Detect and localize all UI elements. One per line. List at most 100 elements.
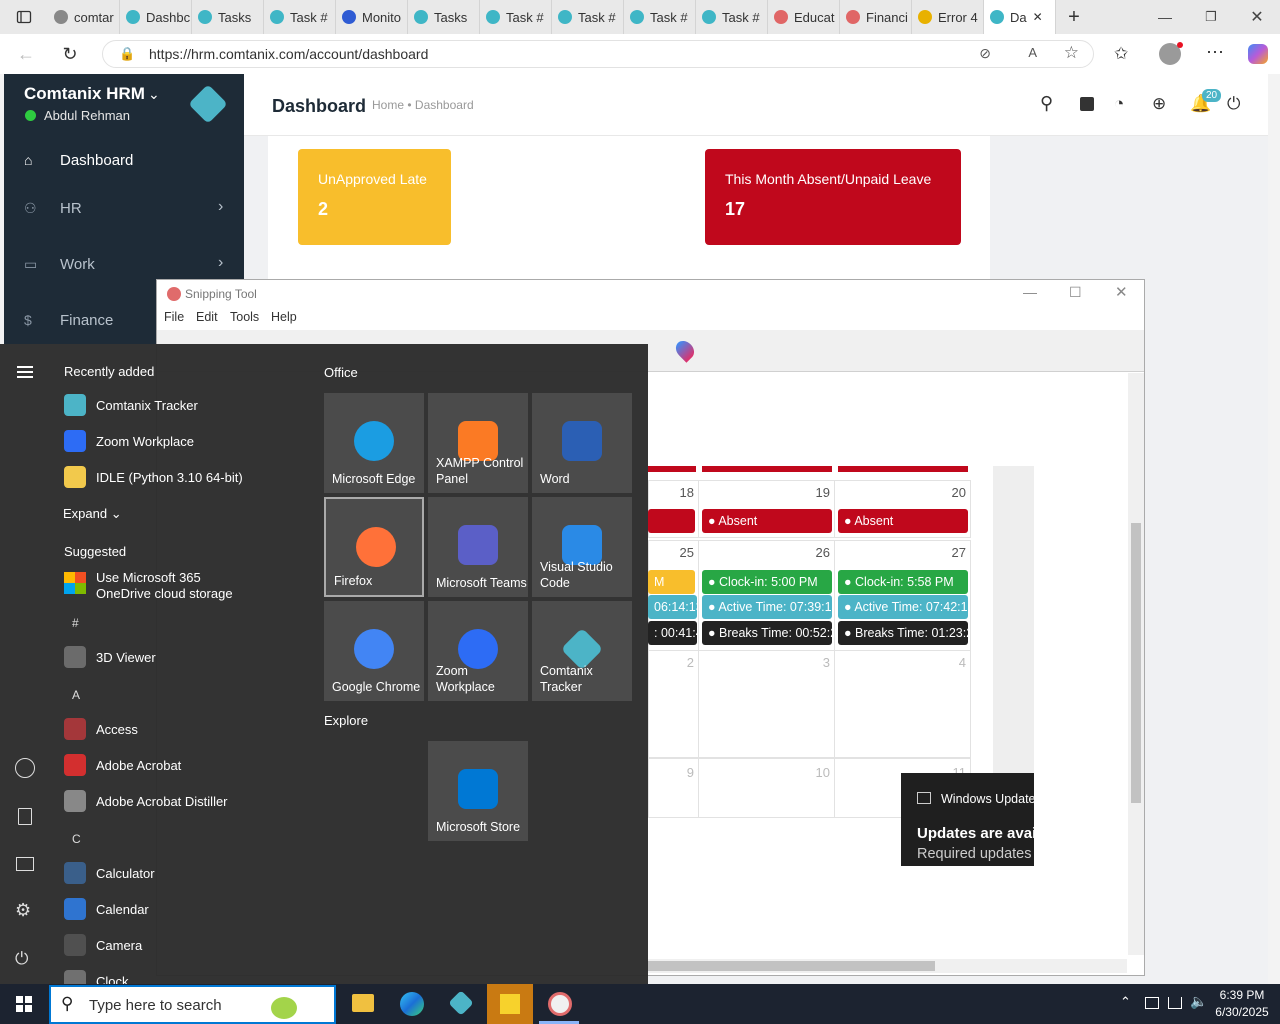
letter-header-c[interactable]: C (72, 832, 81, 846)
browser-tab[interactable]: Task # (552, 0, 624, 34)
clock-in-event[interactable]: ● Clock-in: 5:00 PM (702, 570, 832, 594)
menu-file[interactable]: File (164, 310, 184, 324)
sticky-notes-taskbar-button[interactable] (487, 984, 533, 1024)
browser-tab[interactable]: Tasks (408, 0, 480, 34)
notes-icon[interactable] (1080, 97, 1094, 111)
scrollbar-thumb[interactable] (1131, 523, 1141, 803)
start-tile[interactable]: Comtanix Tracker (532, 601, 632, 701)
new-tab-button[interactable]: + (1056, 0, 1092, 34)
browser-tab[interactable]: Dashbc (120, 0, 192, 34)
start-app-item[interactable]: Comtanix Tracker (64, 391, 198, 419)
settings-icon[interactable]: ⚙ (15, 900, 31, 921)
start-app-item[interactable]: IDLE (Python 3.10 64-bit) (64, 463, 243, 491)
browser-tab[interactable]: Educat (768, 0, 840, 34)
browser-tab[interactable]: Tasks (192, 0, 264, 34)
unapproved-late-card[interactable]: UnApproved Late 2 (298, 149, 451, 245)
active-time-event[interactable]: 06:14:13 (648, 595, 697, 619)
tile-microsoft-store[interactable]: Microsoft Store (428, 741, 528, 841)
network-icon[interactable] (1168, 997, 1182, 1009)
breadcrumb-home[interactable]: Home (372, 98, 404, 112)
sidebar-item[interactable]: ▭ Work › (4, 248, 244, 282)
calendar-cell[interactable]: 2 (648, 650, 699, 758)
add-icon[interactable]: ⊕ (1152, 94, 1166, 114)
breaks-time-event[interactable]: ● Breaks Time: 00:52:2 (702, 621, 832, 645)
brand-dropdown-icon[interactable]: ⌄ (148, 86, 160, 103)
menu-help[interactable]: Help (271, 310, 297, 324)
documents-icon[interactable] (18, 808, 32, 825)
minimize-button[interactable]: — (1142, 9, 1188, 25)
taskbar-clock[interactable]: 6:39 PM 6/30/2025 (1214, 987, 1270, 1021)
start-tile[interactable]: Zoom Workplace (428, 601, 528, 701)
brand-name[interactable]: Comtanix HRM (24, 84, 145, 104)
comtanix-taskbar-icon[interactable] (448, 990, 474, 1016)
expand-button[interactable]: Expand ⌄ (63, 506, 122, 522)
start-app-item[interactable]: Adobe Acrobat (64, 751, 181, 779)
browser-tab[interactable]: Task # (624, 0, 696, 34)
letter-header-a[interactable]: A (72, 688, 80, 702)
read-aloud-icon[interactable]: A (1028, 45, 1037, 60)
copilot-icon[interactable] (1248, 44, 1268, 64)
calendar-cell[interactable]: 10 (698, 758, 835, 818)
refresh-icon[interactable]: ↻ (58, 42, 82, 66)
hscrollbar-thumb[interactable] (647, 961, 935, 971)
menu-edit[interactable]: Edit (196, 310, 218, 324)
more-menu-icon[interactable]: ⋯ (1206, 42, 1224, 63)
browser-tab[interactable]: Task # (264, 0, 336, 34)
back-icon[interactable]: ← (14, 42, 38, 66)
start-app-item[interactable]: Calendar (64, 895, 149, 923)
start-tile[interactable]: Microsoft Teams (428, 497, 528, 597)
clock-in-event[interactable]: M (648, 570, 695, 594)
calendar-cell[interactable]: 9 (648, 758, 699, 818)
windows-start-icon[interactable] (16, 996, 32, 1012)
taskbar-search-box[interactable]: ⚲ Type here to search (49, 985, 336, 1024)
browser-tab[interactable]: Monito (336, 0, 408, 34)
volume-icon[interactable]: 🔈 (1190, 993, 1207, 1010)
sidebar-item[interactable]: ⚇ HR › (4, 192, 244, 226)
browser-tab[interactable]: Error 4 (912, 0, 984, 34)
letter-header-hash[interactable]: # (72, 616, 79, 630)
browser-tab[interactable]: Task # (696, 0, 768, 34)
favorites-icon[interactable]: ✩ (1114, 44, 1128, 64)
start-tile[interactable]: Google Chrome (324, 601, 424, 701)
tracking-icon[interactable]: ⊘ (979, 45, 991, 62)
snip-close-button[interactable]: ✕ (1115, 283, 1128, 301)
snipping-tool-taskbar-icon[interactable] (548, 992, 572, 1016)
power-icon[interactable]: ⏻ (1227, 94, 1240, 114)
restore-button[interactable]: ❐ (1188, 9, 1234, 25)
tray-chevron-icon[interactable]: ⌃ (1120, 994, 1131, 1010)
start-app-item[interactable]: 3D Viewer (64, 643, 156, 671)
search-icon[interactable]: ⚲ (1040, 93, 1053, 114)
start-app-item[interactable]: Zoom Workplace (64, 427, 194, 455)
account-icon[interactable] (15, 758, 35, 778)
start-tile[interactable]: Microsoft Edge (324, 393, 424, 493)
absent-leave-card[interactable]: This Month Absent/Unpaid Leave 17 (705, 149, 961, 245)
browser-tab[interactable]: Financi (840, 0, 912, 34)
update-toast[interactable]: Windows Update Updates are avail Require… (901, 773, 1034, 866)
suggested-item[interactable]: Use Microsoft 365 OneDrive cloud storage (96, 570, 233, 602)
power-icon[interactable]: ⏻ (15, 949, 28, 969)
sidebar-item[interactable]: ⌂ Dashboard (4, 144, 244, 178)
start-app-item[interactable]: Camera (64, 931, 142, 959)
snip-maximize-button[interactable]: ☐ (1069, 284, 1082, 301)
snip-minimize-button[interactable]: — (1023, 284, 1037, 300)
favorite-star-icon[interactable]: ☆ (1064, 43, 1079, 63)
file-explorer-icon[interactable] (352, 994, 374, 1012)
paint-icon[interactable] (672, 337, 698, 363)
start-tile[interactable]: XAMPP Control Panel (428, 393, 528, 493)
absent-event[interactable] (648, 509, 695, 533)
clock-in-event[interactable]: ● Clock-in: 5:58 PM (838, 570, 968, 594)
start-tile[interactable]: Firefox (324, 497, 424, 597)
start-tile[interactable]: Visual Studio Code (532, 497, 632, 597)
active-time-event[interactable]: ● Active Time: 07:42:18 (838, 595, 968, 619)
menu-tools[interactable]: Tools (230, 310, 259, 324)
breaks-time-event[interactable]: : 00:41:4 (648, 621, 697, 645)
absent-event[interactable]: ● Absent (702, 509, 832, 533)
breaks-time-event[interactable]: ● Breaks Time: 01:23:2 (838, 621, 968, 645)
calendar-cell[interactable]: 3 (698, 650, 835, 758)
start-app-item[interactable]: Calculator (64, 859, 155, 887)
pictures-icon[interactable] (16, 857, 34, 871)
network-warning-icon[interactable] (1145, 997, 1159, 1009)
clock-icon[interactable]: ◔ (1114, 94, 1124, 114)
active-time-event[interactable]: ● Active Time: 07:39:17 (702, 595, 832, 619)
browser-tab[interactable]: comtar (48, 0, 120, 34)
